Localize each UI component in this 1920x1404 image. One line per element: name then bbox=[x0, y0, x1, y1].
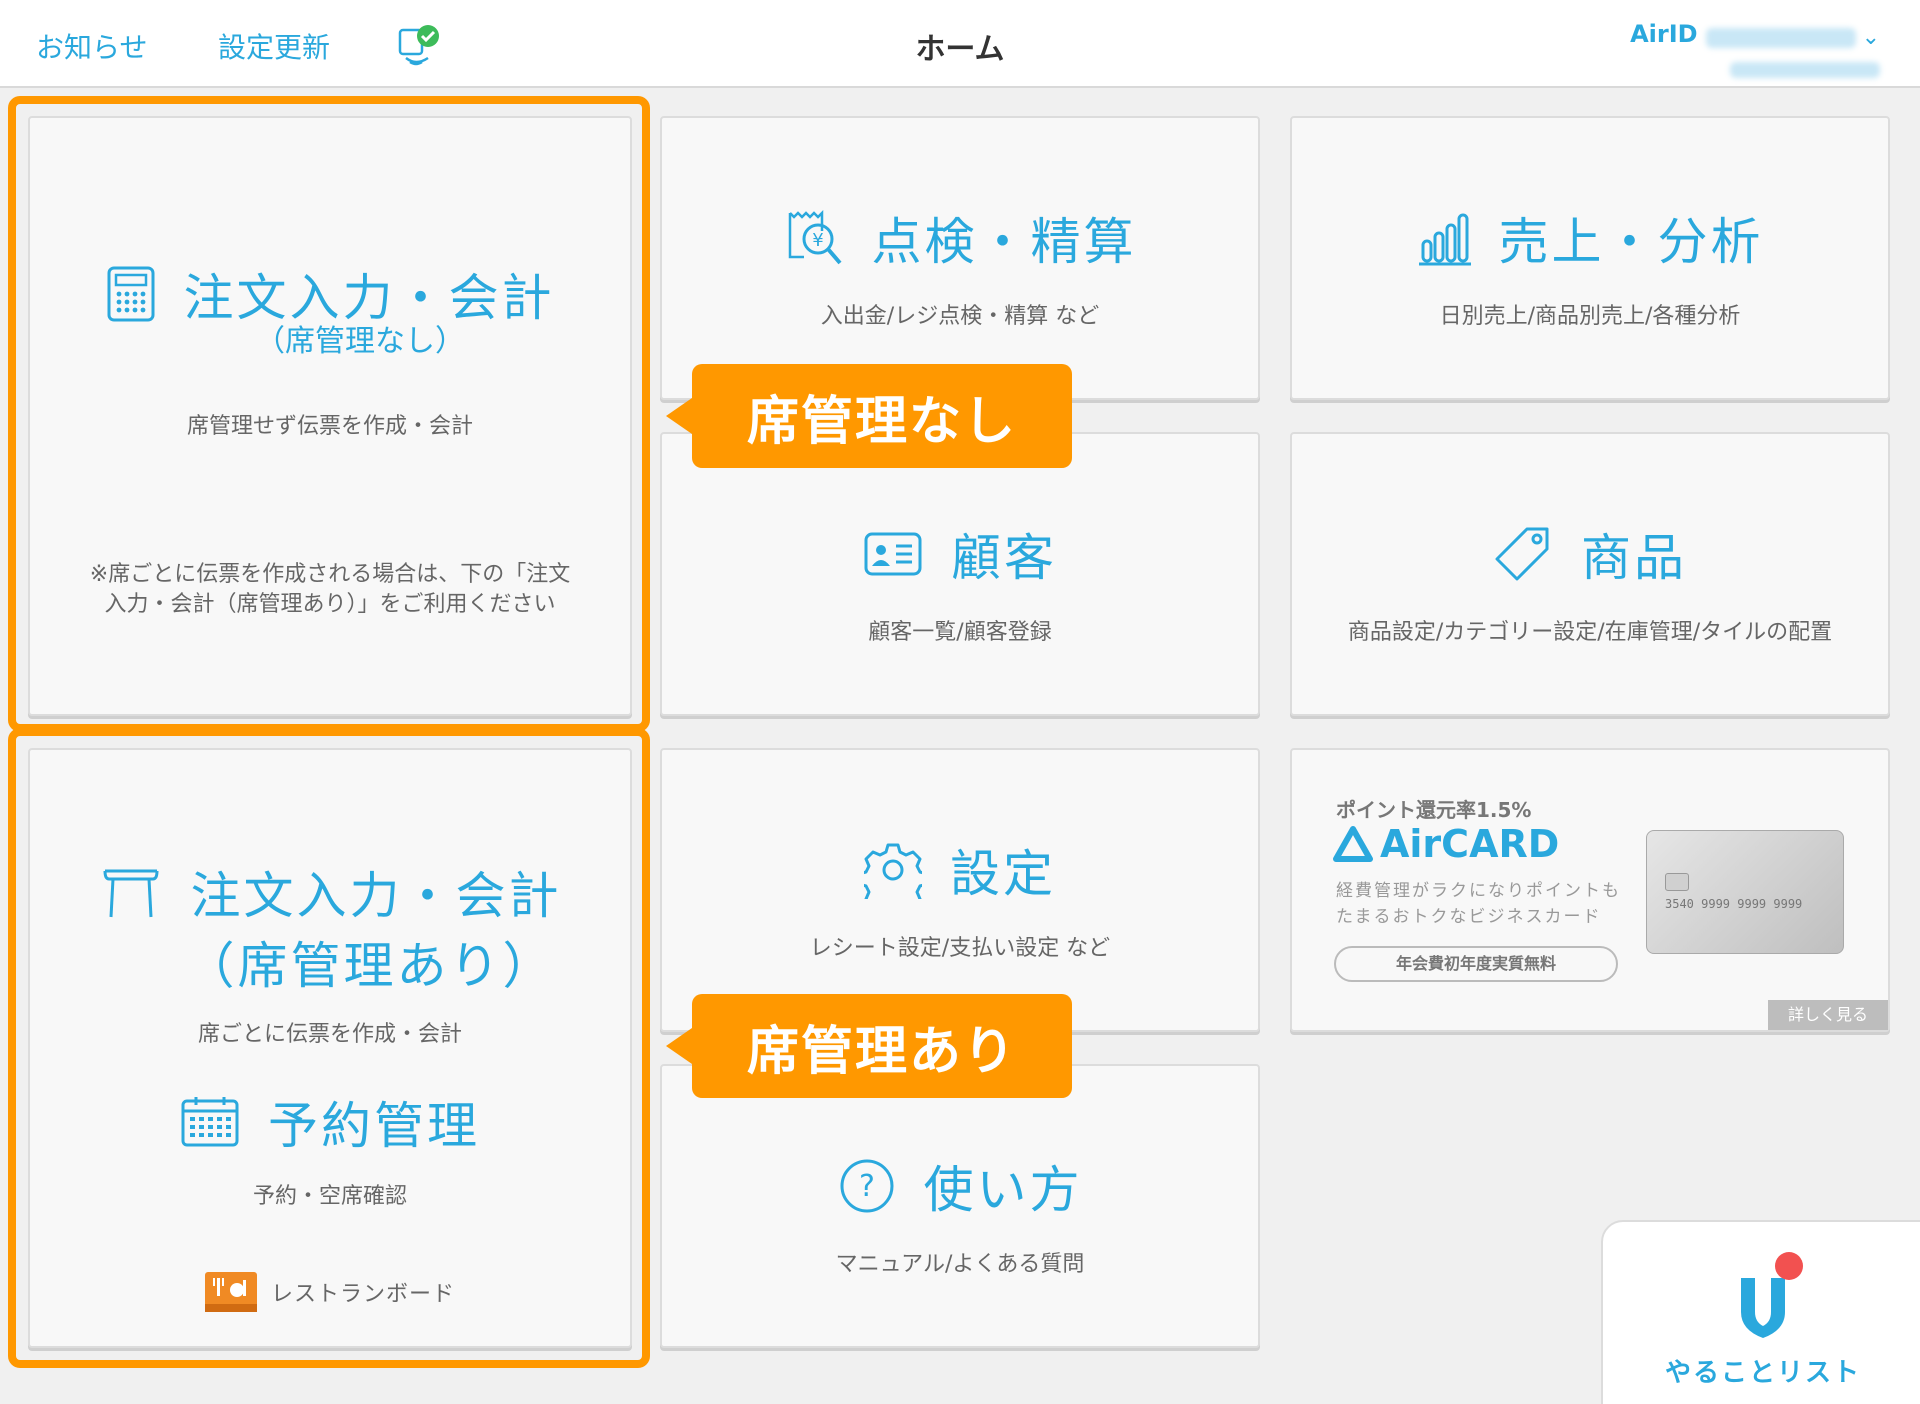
ad-desc-line1: 経費管理がラクになりポイントも bbox=[1336, 881, 1621, 901]
bar-chart-icon bbox=[1418, 213, 1471, 266]
airid-label: AirID bbox=[1630, 20, 1698, 48]
tile-title-sub: （席管理あり） bbox=[184, 937, 556, 995]
tile-desc: マニュアル/よくある質問 bbox=[835, 1252, 1085, 1277]
ad-fee-badge: 年会費初年度実質無料 bbox=[1334, 946, 1618, 982]
airid-store-redacted bbox=[1730, 62, 1880, 78]
tile-title: 設定 bbox=[950, 845, 1056, 903]
reservation-link[interactable]: 予約管理 bbox=[30, 1086, 630, 1158]
tile-desc: 席ごとに伝票を作成・会計 bbox=[197, 1022, 462, 1047]
tile-desc: 顧客一覧/顧客登録 bbox=[868, 620, 1052, 645]
todo-list-icon bbox=[1741, 1252, 1803, 1338]
tile-note-line2: 入力・会計（席管理あり）」をご利用ください bbox=[104, 592, 556, 617]
tile-title: 使い方 bbox=[923, 1161, 1083, 1219]
tile-title: 顧客 bbox=[951, 529, 1057, 587]
ad-brand: AirCARD bbox=[1380, 822, 1560, 866]
tile-desc: 日別売上/商品別売上/各種分析 bbox=[1439, 304, 1741, 329]
card-number: 3540 9999 9999 9999 bbox=[1665, 897, 1803, 911]
tile-settings[interactable]: 設定 レシート設定/支払い設定 など bbox=[660, 748, 1260, 1032]
tile-sales[interactable]: 売上・分析 日別売上/商品別売上/各種分析 bbox=[1290, 116, 1890, 400]
customer-card-icon bbox=[864, 532, 922, 576]
todo-list-label: やることリスト bbox=[1664, 1358, 1861, 1388]
restaurant-board-label: レストランボード bbox=[270, 1282, 455, 1307]
tile-order-no-seat[interactable]: 注文入力・会計 （席管理なし） 席管理せず伝票を作成・会計 ※席ごとに伝票を作成… bbox=[28, 116, 632, 716]
svg-text:¥: ¥ bbox=[812, 230, 823, 251]
tile-product[interactable]: 商品 商品設定/カテゴリー設定/在庫管理/タイルの配置 bbox=[1290, 432, 1890, 716]
credit-card-image: 3540 9999 9999 9999 bbox=[1646, 830, 1844, 954]
tile-desc: レシート設定/支払い設定 など bbox=[809, 936, 1111, 961]
tile-desc: 席管理せず伝票を作成・会計 bbox=[186, 414, 473, 439]
restaurant-board-icon bbox=[204, 1272, 257, 1312]
tile-title: 売上・分析 bbox=[1498, 213, 1764, 271]
airid-menu[interactable]: AirID ⌄ bbox=[1630, 20, 1880, 78]
callout-seat: 席管理あり bbox=[666, 994, 1072, 1098]
tile-desc: 商品設定/カテゴリー設定/在庫管理/タイルの配置 bbox=[1347, 620, 1833, 645]
tile-inspect[interactable]: ¥ 点検・精算 入出金/レジ点検・精算 など bbox=[660, 116, 1260, 400]
ad-more-button[interactable]: 詳しく見る bbox=[1768, 1000, 1888, 1030]
tile-title: 注文入力・会計 bbox=[190, 867, 562, 925]
reservation-desc: 予約・空席確認 bbox=[252, 1184, 407, 1209]
todo-list-button[interactable]: やることリスト bbox=[1601, 1220, 1920, 1404]
tile-title-sub: （席管理なし） bbox=[255, 324, 465, 359]
aircard-banner[interactable]: ポイント還元率1.5% AirCARD 経費管理がラクになりポイントも たまるお… bbox=[1290, 748, 1890, 1032]
receipt-inspect-icon: ¥ bbox=[788, 209, 842, 265]
tile-order-seat[interactable]: 注文入力・会計 （席管理あり） 席ごとに伝票を作成・会計 予約管理 予約・空席確… bbox=[28, 748, 632, 1348]
tile-desc: 入出金/レジ点検・精算 など bbox=[820, 304, 1100, 329]
tile-help[interactable]: ? 使い方 マニュアル/よくある質問 bbox=[660, 1064, 1260, 1348]
tag-icon bbox=[1495, 527, 1549, 581]
restaurant-board-link[interactable]: レストランボード bbox=[30, 1272, 630, 1312]
calculator-icon bbox=[107, 266, 154, 322]
header-bar: お知らせ 設定更新 ホーム AirID ⌄ bbox=[0, 0, 1920, 88]
aircard-logo-icon bbox=[1333, 826, 1373, 862]
tile-note-line1: ※席ごとに伝票を作成される場合は、下の「注文 bbox=[89, 562, 571, 587]
airid-user-redacted bbox=[1705, 27, 1856, 48]
help-icon: ? bbox=[840, 1159, 893, 1213]
svg-text:?: ? bbox=[859, 1169, 875, 1204]
table-icon bbox=[103, 869, 158, 918]
reservation-title: 予約管理 bbox=[268, 1097, 480, 1155]
gear-icon bbox=[864, 843, 922, 899]
calendar-icon bbox=[181, 1097, 239, 1147]
tile-customer[interactable]: 顧客 顧客一覧/顧客登録 bbox=[660, 432, 1260, 716]
tile-title: 点検・精算 bbox=[871, 213, 1137, 271]
notification-badge bbox=[1775, 1252, 1803, 1280]
callout-no-seat: 席管理なし bbox=[666, 364, 1072, 468]
tile-title: 商品 bbox=[1581, 529, 1687, 587]
chevron-down-icon: ⌄ bbox=[1861, 25, 1880, 50]
ad-desc-line2: たまるおトクなビジネスカード bbox=[1336, 907, 1602, 927]
ad-point-text: ポイント還元率1.5% bbox=[1336, 798, 1532, 822]
card-chip-icon bbox=[1665, 873, 1689, 891]
